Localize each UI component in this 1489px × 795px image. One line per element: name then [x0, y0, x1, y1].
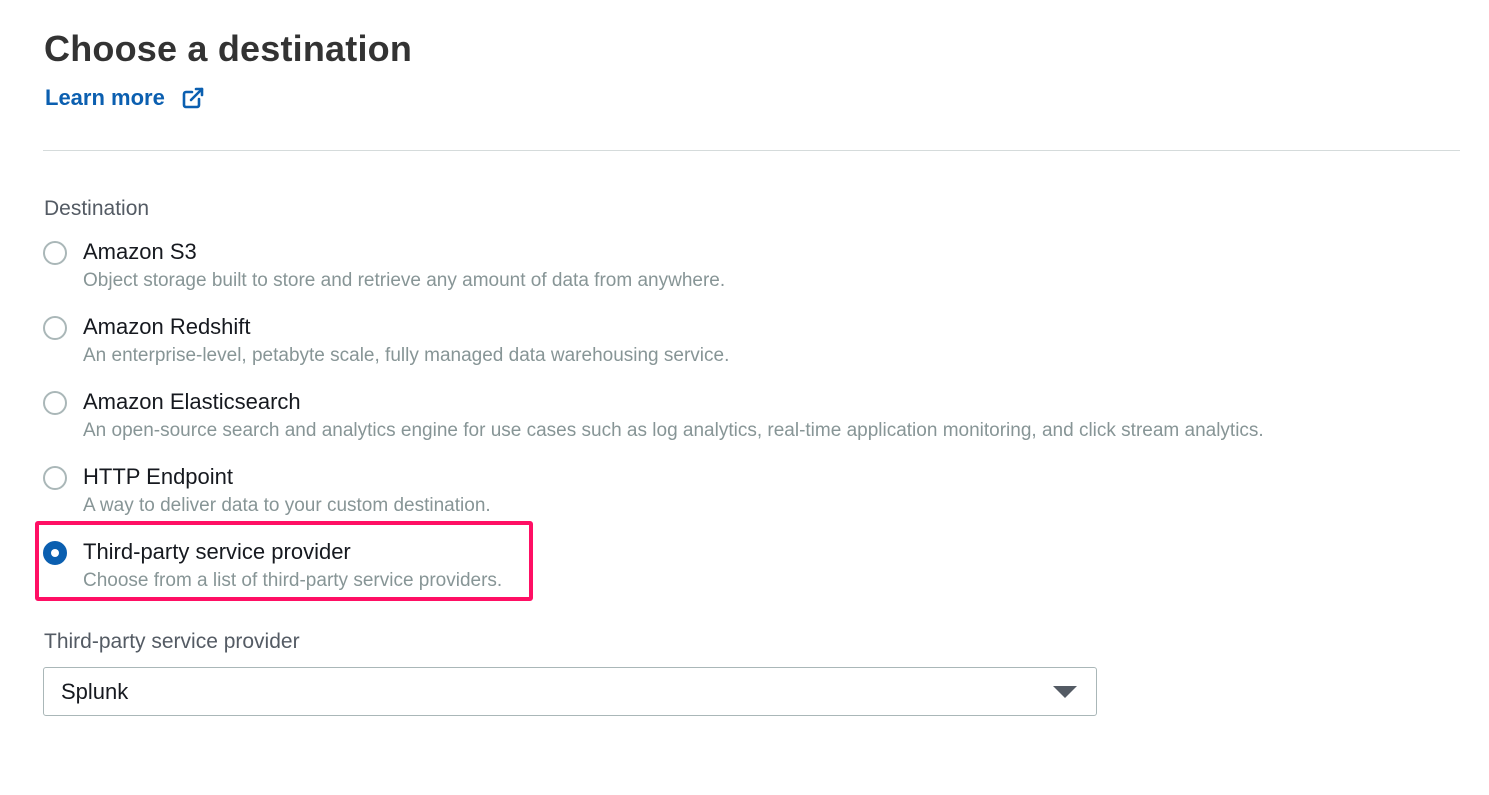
radio-option-description: A way to deliver data to your custom des… [83, 495, 491, 516]
radio-option-description: An open-source search and analytics engi… [83, 420, 1264, 441]
radio-button[interactable] [43, 316, 67, 340]
radio-option-amazon-elasticsearch[interactable]: Amazon Elasticsearch An open-source sear… [43, 389, 1443, 459]
learn-more-label: Learn more [45, 85, 165, 110]
radio-button[interactable] [43, 241, 67, 265]
radio-option-title: Amazon Elasticsearch [83, 389, 301, 414]
radio-option-amazon-s3[interactable]: Amazon S3 Object storage built to store … [43, 239, 1443, 309]
radio-button-selected[interactable] [43, 541, 67, 565]
radio-option-http-endpoint[interactable]: HTTP Endpoint A way to deliver data to y… [43, 464, 1443, 534]
radio-button[interactable] [43, 391, 67, 415]
caret-down-icon [1053, 686, 1077, 698]
section-divider [43, 150, 1460, 151]
provider-select[interactable]: Splunk [43, 667, 1097, 716]
radio-option-title: HTTP Endpoint [83, 464, 234, 489]
destination-label: Destination [44, 197, 150, 220]
provider-select-value: Splunk [61, 679, 129, 704]
radio-button[interactable] [43, 466, 67, 490]
radio-option-description: An enterprise-level, petabyte scale, ful… [83, 345, 730, 366]
radio-option-title: Amazon Redshift [83, 314, 251, 339]
learn-more-link[interactable]: Learn more [45, 84, 205, 112]
radio-option-third-party-service-provider[interactable]: Third-party service provider Choose from… [43, 539, 1443, 609]
page-title: Choose a destination [44, 28, 413, 69]
radio-option-title: Amazon S3 [83, 239, 197, 264]
radio-option-description: Object storage built to store and retrie… [83, 270, 726, 291]
external-link-icon [182, 87, 204, 109]
radio-option-description: Choose from a list of third-party servic… [83, 570, 503, 591]
radio-option-title: Third-party service provider [83, 539, 351, 564]
radio-option-amazon-redshift[interactable]: Amazon Redshift An enterprise-level, pet… [43, 314, 1443, 384]
provider-select-label: Third-party service provider [44, 630, 300, 653]
